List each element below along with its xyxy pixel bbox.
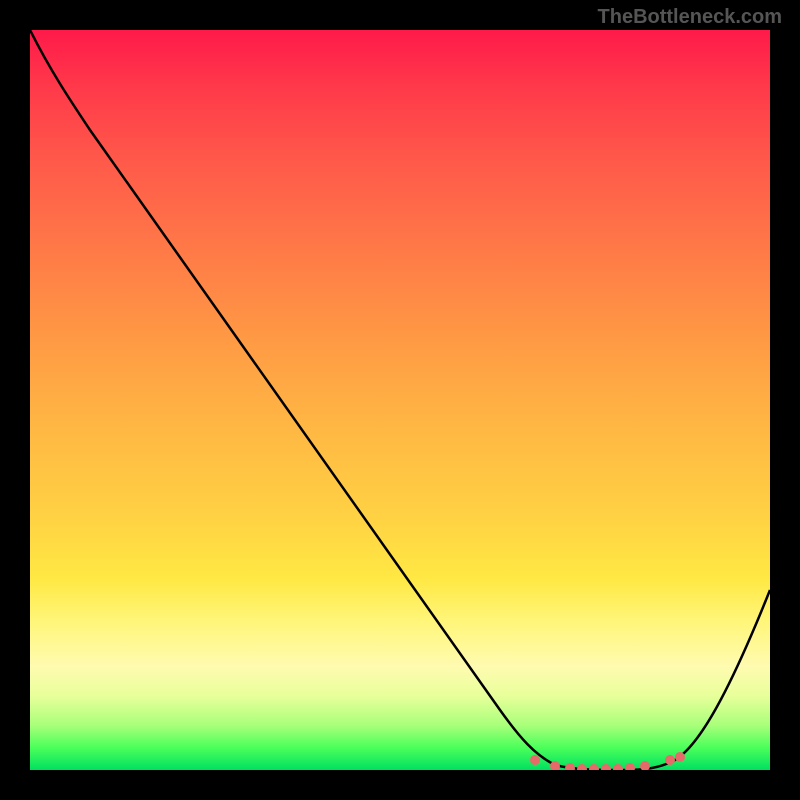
bottleneck-curve (30, 30, 770, 770)
marker-dot (613, 764, 623, 770)
marker-dot (601, 764, 611, 770)
marker-dot (577, 764, 587, 770)
chart-svg (30, 30, 770, 770)
marker-dot (625, 763, 635, 770)
marker-dot (665, 755, 675, 765)
marker-dot (565, 763, 575, 770)
marker-dot (589, 764, 599, 770)
marker-dot (675, 752, 685, 762)
marker-dot (530, 755, 540, 765)
chart-plot-area (30, 30, 770, 770)
watermark-text: TheBottleneck.com (598, 6, 782, 29)
marker-dot (640, 761, 650, 770)
